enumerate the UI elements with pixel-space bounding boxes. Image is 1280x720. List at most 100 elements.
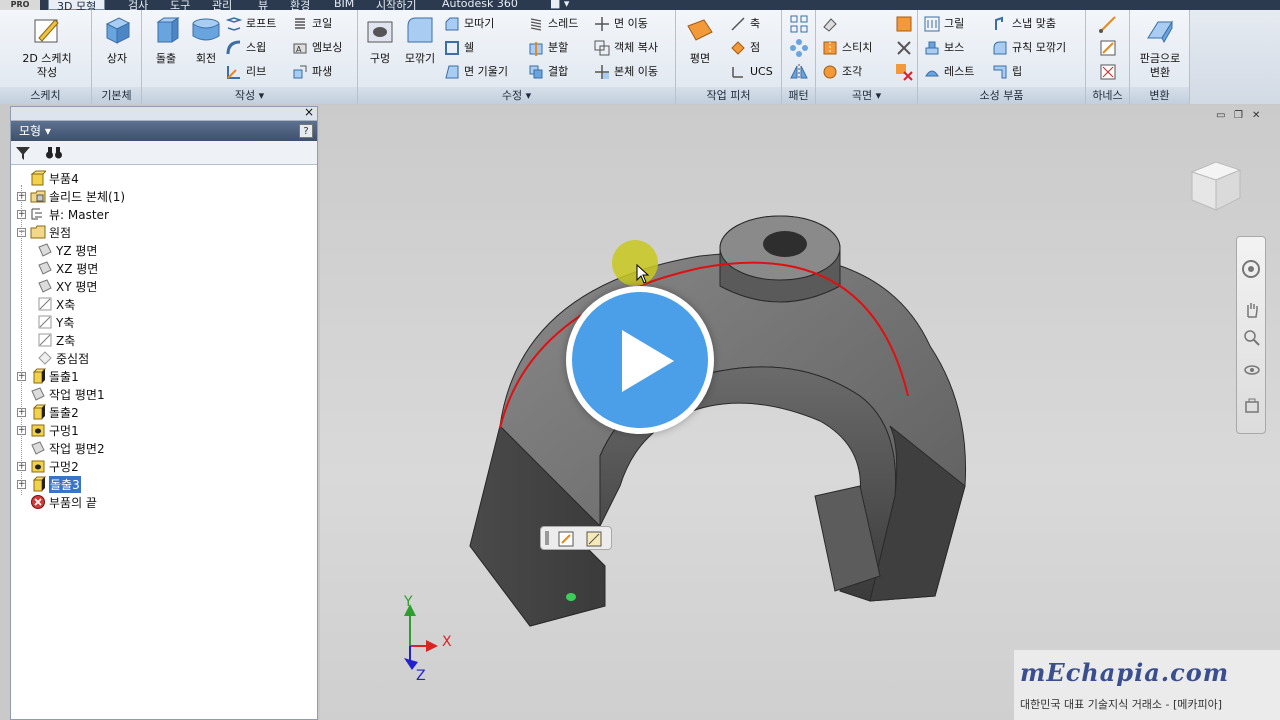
tab-inspect[interactable]: 검사 bbox=[128, 0, 148, 10]
panel-create-title[interactable]: 작성 ▾ bbox=[142, 87, 357, 104]
emboss-button[interactable]: A 엠보싱 bbox=[292, 38, 342, 58]
viewcube-icon[interactable] bbox=[1182, 150, 1252, 220]
tree-node[interactable]: 중심점 bbox=[37, 349, 89, 367]
tree-node[interactable]: Z축 bbox=[37, 331, 75, 349]
face-draft-button[interactable]: 면 기울기 bbox=[444, 62, 508, 82]
edit-feature-icon[interactable] bbox=[585, 530, 603, 548]
split-button[interactable]: 분할 bbox=[528, 38, 568, 58]
sweep-button[interactable]: 스윕 bbox=[226, 38, 266, 58]
thread-button[interactable]: 스레드 bbox=[528, 14, 578, 34]
browser-close-icon[interactable]: × bbox=[304, 105, 314, 119]
tree-node[interactable]: 부품4 bbox=[17, 169, 79, 187]
extrude-button[interactable]: 돌출 bbox=[146, 14, 186, 66]
move-face-button[interactable]: 면 이동 bbox=[594, 14, 648, 34]
pro-badge: PRO bbox=[0, 0, 40, 10]
binoculars-icon[interactable] bbox=[45, 145, 63, 161]
lip-button[interactable]: 립 bbox=[992, 62, 1022, 82]
trim-icon[interactable] bbox=[894, 38, 914, 58]
coil-button[interactable]: 코일 bbox=[292, 14, 332, 34]
harness-wire-icon[interactable] bbox=[1098, 14, 1118, 34]
box-button[interactable]: 상자 bbox=[100, 14, 134, 66]
panel-modify-title[interactable]: 수정 ▾ bbox=[358, 87, 675, 104]
harness-connector-icon[interactable] bbox=[1098, 38, 1118, 58]
restore-icon[interactable]: ❐ bbox=[1234, 110, 1243, 121]
shell-button[interactable]: 쉘 bbox=[444, 38, 474, 58]
tree-node[interactable]: XY 평면 bbox=[37, 277, 97, 295]
video-play-button[interactable] bbox=[566, 286, 714, 434]
tab-view[interactable]: 뷰 bbox=[258, 0, 268, 10]
grill-button[interactable]: 그릴 bbox=[924, 14, 964, 34]
point-button[interactable]: 점 bbox=[730, 38, 760, 58]
tree-node[interactable]: + 돌출3 bbox=[17, 475, 81, 493]
close-icon[interactable]: ✕ bbox=[1252, 110, 1260, 121]
stitch-button[interactable]: 스티치 bbox=[822, 38, 872, 58]
rest-button[interactable]: 레스트 bbox=[924, 62, 974, 82]
copy-object-button[interactable]: 객체 복사 bbox=[594, 38, 658, 58]
tree-node[interactable]: XZ 평면 bbox=[37, 259, 98, 277]
tree-node[interactable]: + 돌출1 bbox=[17, 367, 79, 385]
patch-icon[interactable] bbox=[894, 14, 914, 34]
graphics-viewport[interactable]: ▭ ❐ ✕ Y X Z mEchapia.com 대한민국 대표 기술지식 거래… bbox=[320, 106, 1280, 720]
derive-button[interactable]: 파생 bbox=[292, 62, 332, 82]
ucs-button[interactable]: UCS bbox=[730, 62, 773, 82]
rib-button[interactable]: 리브 bbox=[226, 62, 266, 82]
snap-fit-button[interactable]: 스냅 맞춤 bbox=[992, 14, 1056, 34]
tree-node[interactable]: + 구멍2 bbox=[17, 457, 79, 475]
zoom-icon[interactable] bbox=[1243, 329, 1261, 347]
plane-button[interactable]: 평면 bbox=[682, 14, 718, 66]
help-icon[interactable]: ? bbox=[299, 124, 313, 138]
tree-node[interactable]: + 돌출2 bbox=[17, 403, 79, 421]
steering-wheel-icon[interactable] bbox=[1241, 259, 1261, 279]
browser-grip[interactable]: × bbox=[11, 105, 317, 121]
tab-bim[interactable]: BIM bbox=[334, 0, 354, 10]
mini-toolbar-grip[interactable] bbox=[545, 531, 549, 545]
tab-get-started[interactable]: 시작하기 bbox=[376, 0, 416, 10]
revolve-button[interactable]: 회전 bbox=[186, 14, 226, 66]
tree-node[interactable]: 작업 평면1 bbox=[17, 385, 105, 403]
browser-title-bar[interactable]: 모형 ▾ ? bbox=[11, 121, 317, 141]
browser-title[interactable]: 모형 ▾ bbox=[19, 124, 51, 138]
tree-node[interactable]: X축 bbox=[37, 295, 75, 313]
edit-sketch-icon[interactable] bbox=[557, 530, 575, 548]
tab-3d-model[interactable]: 3D 모형 bbox=[48, 0, 106, 10]
part-model[interactable] bbox=[460, 196, 1000, 646]
sculpt-button[interactable]: 조각 bbox=[822, 62, 862, 82]
fillet-button[interactable]: 모깎기 bbox=[398, 14, 442, 66]
tree-node[interactable]: − 원점 bbox=[17, 223, 71, 241]
boss-button[interactable]: 보스 bbox=[924, 38, 964, 58]
tree-node[interactable]: + 뷰: Master bbox=[17, 205, 109, 223]
tab-tools[interactable]: 도구 bbox=[170, 0, 190, 10]
filter-icon[interactable] bbox=[15, 145, 31, 161]
axis-button[interactable]: 축 bbox=[730, 14, 760, 34]
camera-icon[interactable]: ■ ▾ bbox=[550, 0, 569, 10]
tree-node[interactable]: + 구멍1 bbox=[17, 421, 79, 439]
harness-segment-icon[interactable] bbox=[1098, 62, 1118, 82]
tab-manage[interactable]: 관리 bbox=[212, 0, 232, 10]
move-bodies-button[interactable]: 본체 이동 bbox=[594, 62, 658, 82]
mirror-icon[interactable] bbox=[789, 62, 809, 82]
tree-node[interactable]: + 솔리드 본체(1) bbox=[17, 187, 125, 205]
rule-fillet-button[interactable]: 규칙 모깎기 bbox=[992, 38, 1066, 58]
circular-pattern-icon[interactable] bbox=[789, 38, 809, 58]
tree-node[interactable]: 작업 평면2 bbox=[17, 439, 105, 457]
sketch-point[interactable] bbox=[566, 593, 576, 601]
pan-hand-icon[interactable] bbox=[1243, 301, 1261, 319]
tree-node[interactable]: Y축 bbox=[37, 313, 74, 331]
hole-button[interactable]: 구멍 bbox=[362, 14, 398, 66]
rectangular-pattern-icon[interactable] bbox=[789, 14, 809, 34]
tab-autodesk-360[interactable]: Autodesk 360 bbox=[442, 0, 518, 10]
tab-environments[interactable]: 환경 bbox=[290, 0, 310, 10]
tree-node[interactable]: YZ 평면 bbox=[37, 241, 97, 259]
loft-button[interactable]: 로프트 bbox=[226, 14, 276, 34]
create-2d-sketch-button[interactable]: 2D 스케치 작성 bbox=[14, 14, 80, 80]
look-at-icon[interactable] bbox=[1243, 397, 1261, 415]
panel-surface-title[interactable]: 곡면 ▾ bbox=[816, 87, 917, 104]
orbit-icon[interactable] bbox=[1243, 361, 1261, 379]
chamfer-button[interactable]: 모따기 bbox=[444, 14, 494, 34]
minimize-icon[interactable]: ▭ bbox=[1216, 110, 1225, 121]
tree-node[interactable]: 부품의 끝 bbox=[17, 493, 97, 511]
combine-button[interactable]: 결합 bbox=[528, 62, 568, 82]
convert-to-sheet-metal-button[interactable]: 판금으로 변환 bbox=[1132, 14, 1188, 80]
delete-face-icon[interactable] bbox=[894, 62, 914, 82]
thicken-button[interactable] bbox=[822, 14, 842, 34]
